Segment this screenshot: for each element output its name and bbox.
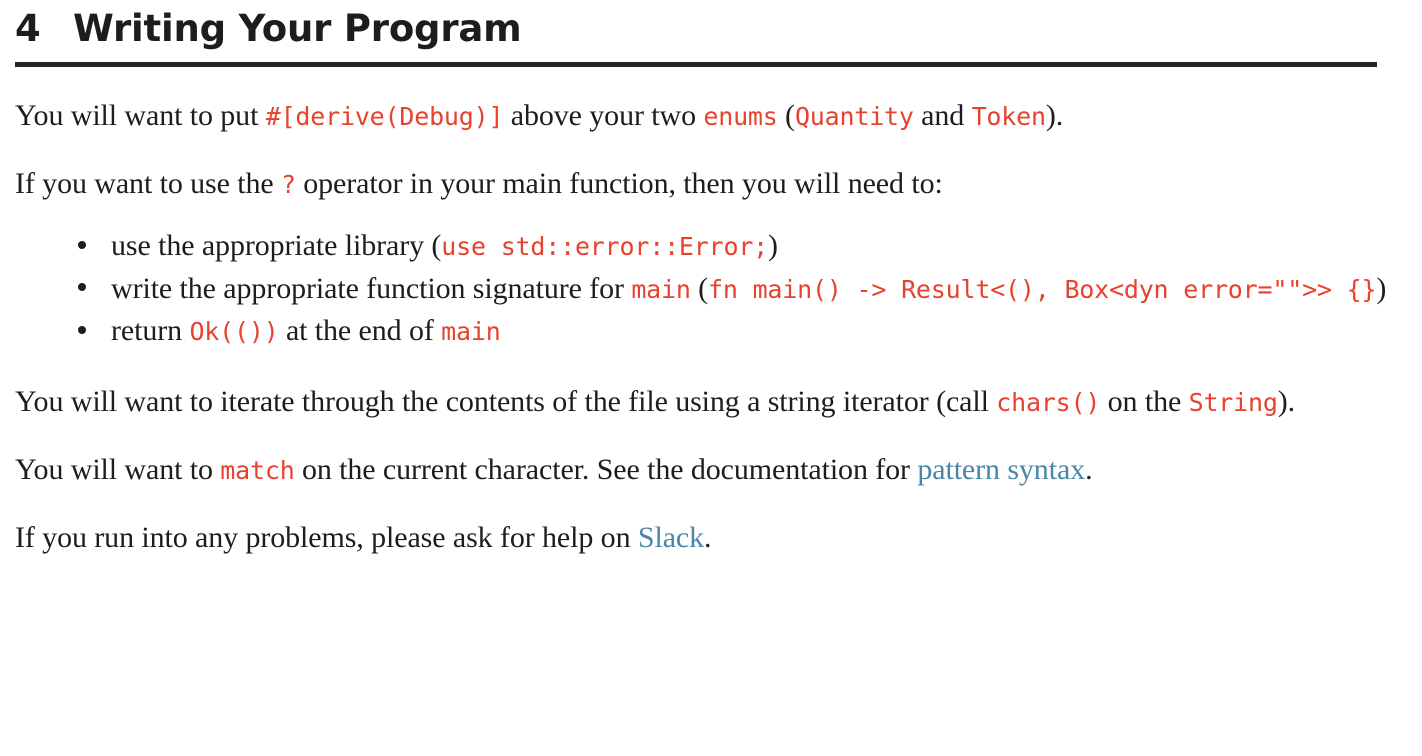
link-pattern-syntax[interactable]: pattern syntax bbox=[917, 453, 1085, 486]
text-fragment: ) bbox=[1376, 271, 1387, 305]
code-derive-debug: #[derive(Debug)] bbox=[265, 102, 504, 131]
list-item: use the appropriate library (use std::er… bbox=[15, 225, 1407, 268]
link-slack[interactable]: Slack bbox=[638, 521, 704, 554]
paragraph-help: If you run into any problems, please ask… bbox=[15, 489, 1407, 557]
text-fragment: You will want to bbox=[15, 452, 221, 486]
list-item: write the appropriate function signature… bbox=[15, 268, 1407, 311]
text-fragment: at the end of bbox=[278, 314, 442, 348]
requirements-list: use the appropriate library (use std::er… bbox=[15, 203, 1407, 353]
section-title: Writing Your Program bbox=[73, 7, 522, 50]
bullet-icon bbox=[78, 283, 86, 292]
code-token: Token bbox=[971, 102, 1046, 131]
code-enums: enums bbox=[703, 102, 778, 131]
text-fragment: and bbox=[913, 99, 972, 132]
code-chars: chars() bbox=[996, 387, 1101, 417]
code-string: String bbox=[1188, 387, 1278, 417]
section-number: 4 bbox=[15, 7, 41, 50]
paragraph-match: You will want to match on the current ch… bbox=[15, 421, 1407, 489]
text-fragment: You will want to iterate through the con… bbox=[15, 384, 997, 418]
text-fragment: on the bbox=[1100, 384, 1189, 418]
document-page: 4 Writing Your Program You will want to p… bbox=[0, 0, 1422, 756]
text-fragment: If you want to use the bbox=[15, 167, 281, 200]
text-fragment: . bbox=[1085, 452, 1093, 486]
text-fragment: ( bbox=[690, 271, 709, 305]
code-question-mark: ? bbox=[280, 170, 296, 199]
text-fragment: return bbox=[111, 314, 190, 348]
bullet-icon bbox=[78, 325, 86, 334]
code-quantity: Quantity bbox=[794, 102, 914, 131]
paragraph-question-operator: If you want to use the ? operator in you… bbox=[15, 135, 1407, 203]
code-use-error: use std::error::Error; bbox=[441, 232, 769, 261]
bullet-icon bbox=[78, 240, 86, 249]
text-fragment: ( bbox=[777, 99, 795, 132]
code-main-signature: fn main() -> Result<(), Box<dyn error=""… bbox=[708, 274, 1377, 304]
list-item: return Ok(()) at the end of main bbox=[15, 310, 1407, 353]
text-fragment: If you run into any problems, please ask… bbox=[15, 520, 638, 554]
text-fragment: above your two bbox=[503, 99, 704, 132]
page-title: 4 Writing Your Program bbox=[15, 0, 1407, 47]
text-fragment: use the appropriate library ( bbox=[111, 229, 442, 262]
paragraph-derive: You will want to put #[derive(Debug)] ab… bbox=[15, 67, 1407, 135]
text-fragment: You will want to put bbox=[15, 99, 266, 132]
code-main: main bbox=[631, 274, 691, 304]
text-fragment: write the appropriate function signature… bbox=[111, 271, 632, 305]
code-ok-unit: Ok(()) bbox=[189, 317, 279, 347]
text-fragment: . bbox=[704, 520, 712, 554]
text-fragment: operator in your main function, then you… bbox=[295, 167, 943, 200]
text-fragment: ) bbox=[768, 229, 778, 262]
code-match: match bbox=[220, 455, 295, 485]
paragraph-iterate: You will want to iterate through the con… bbox=[15, 353, 1407, 421]
code-main-ref: main bbox=[441, 317, 501, 347]
text-fragment: ). bbox=[1277, 384, 1295, 418]
text-fragment: on the current character. See the docume… bbox=[294, 452, 918, 486]
text-fragment: ). bbox=[1045, 99, 1064, 132]
